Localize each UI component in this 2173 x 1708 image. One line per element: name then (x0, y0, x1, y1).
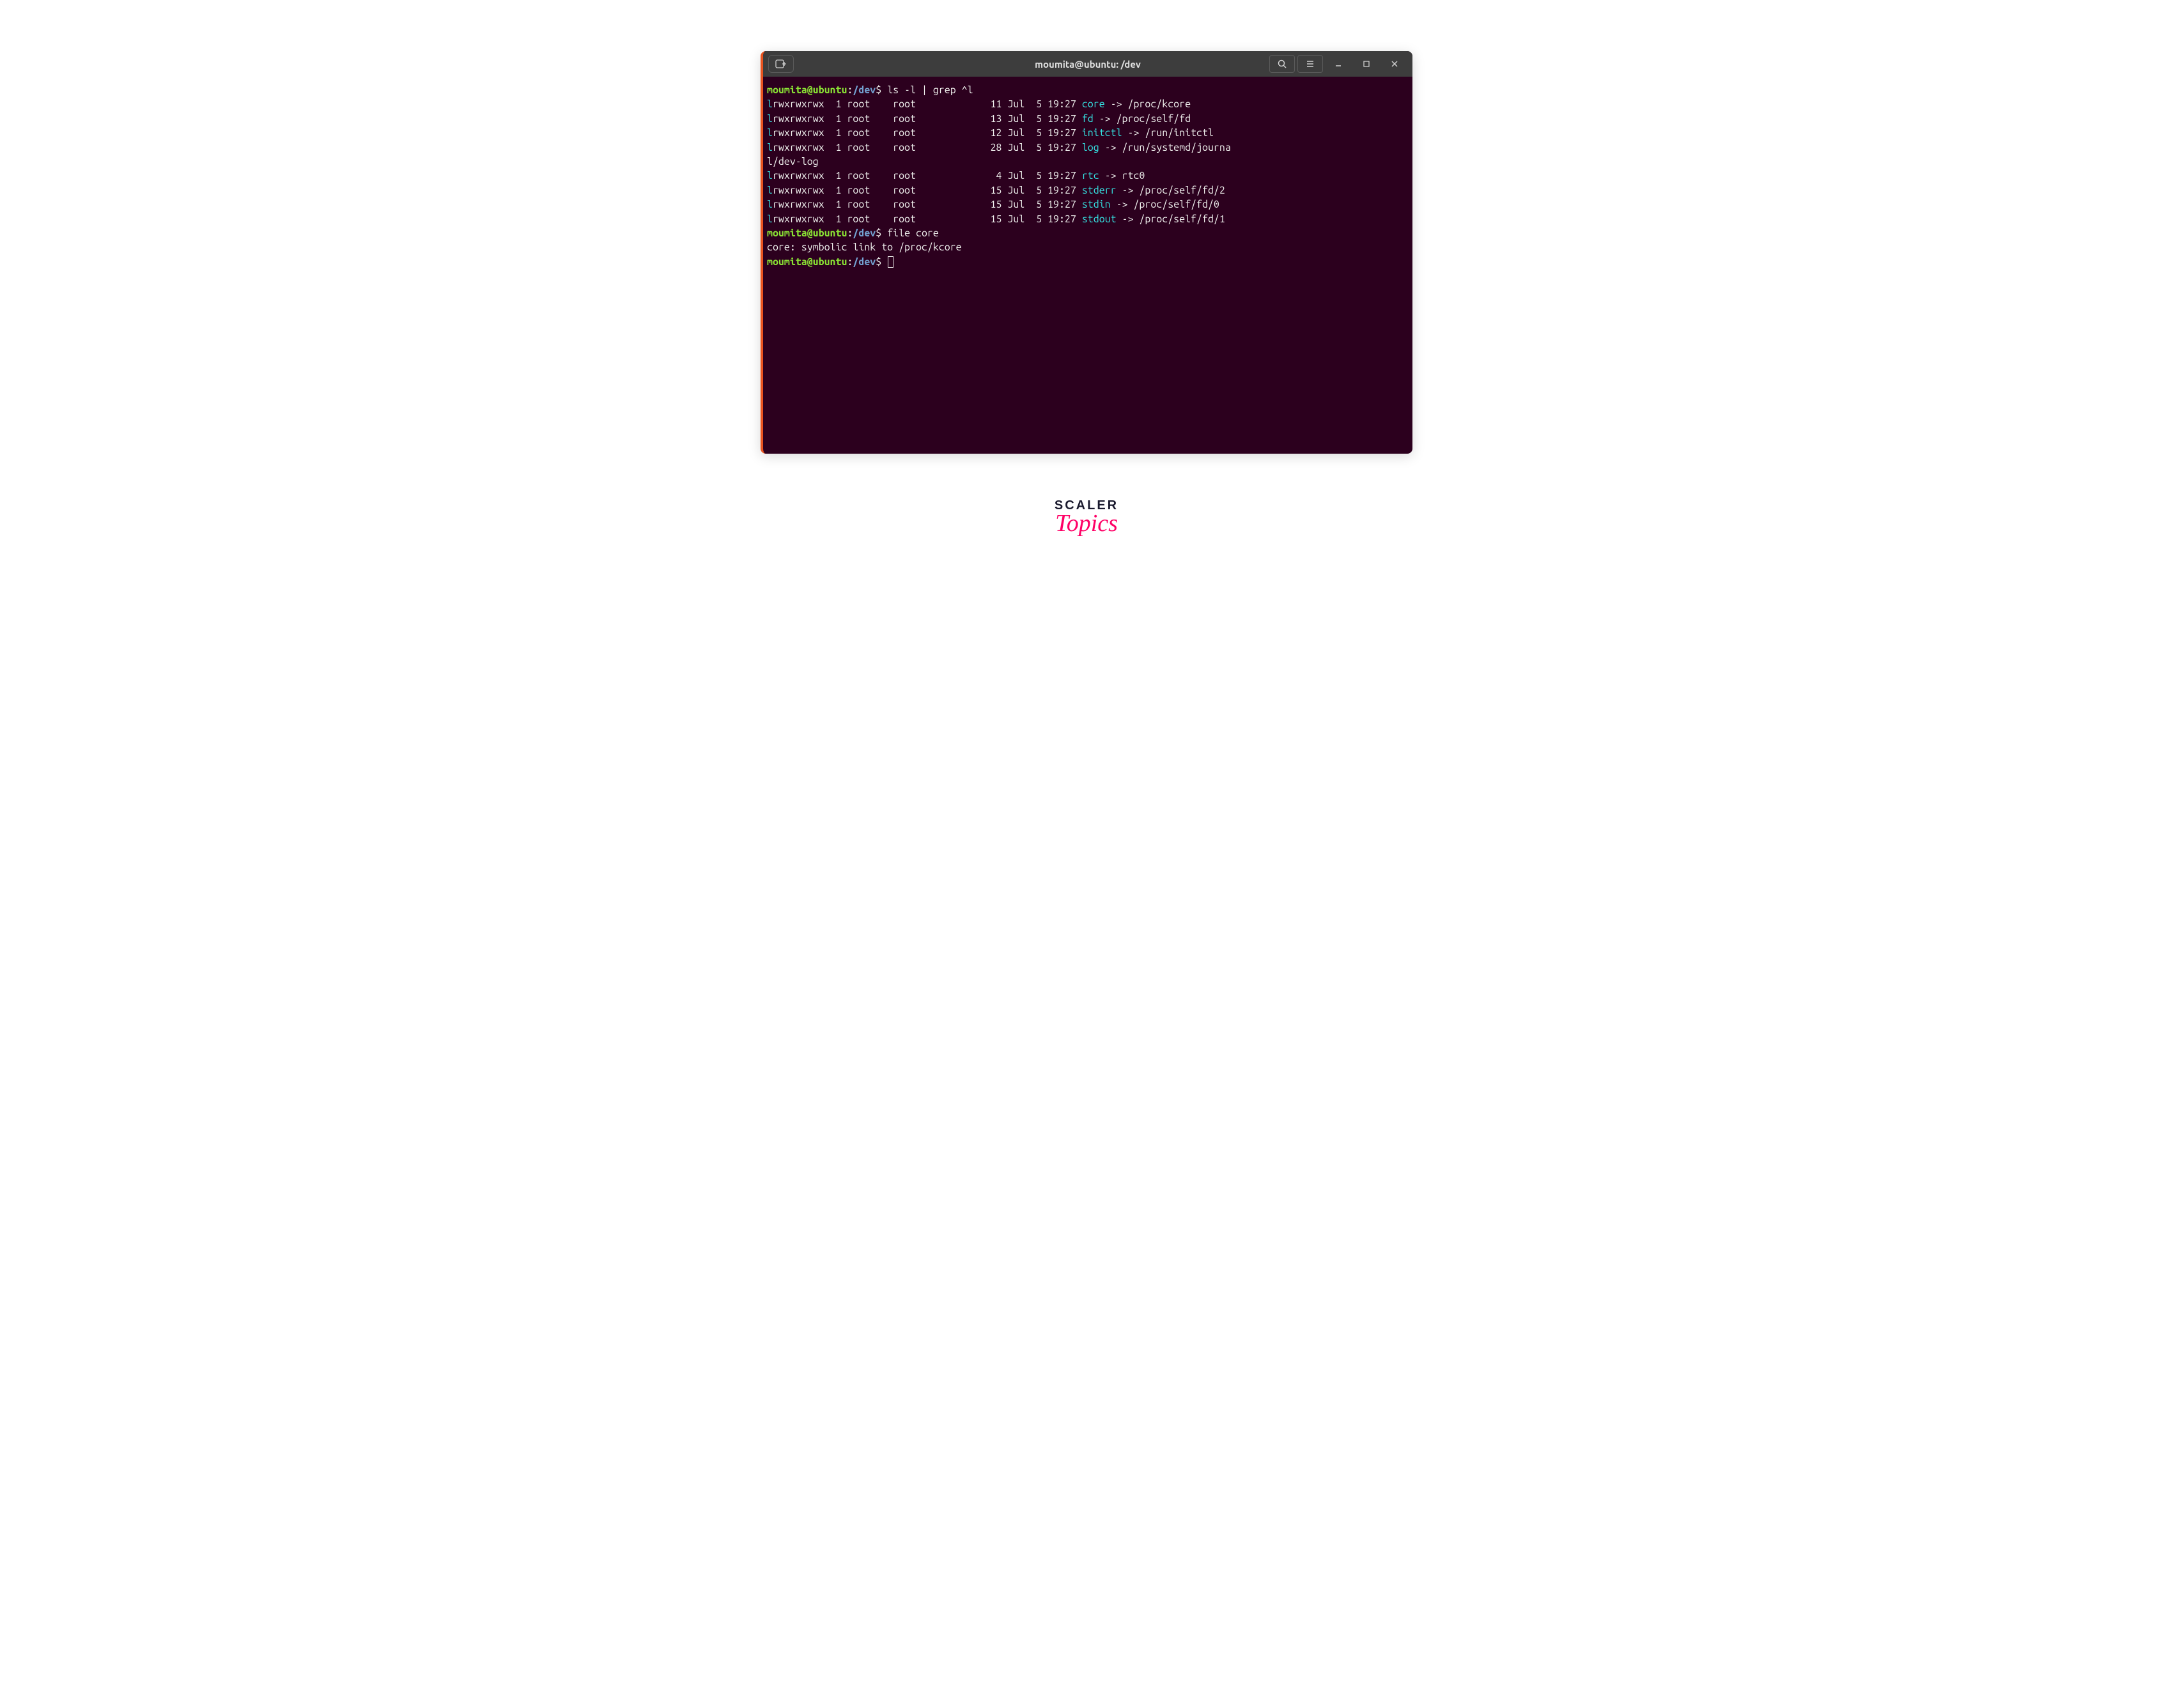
maximize-button[interactable] (1354, 55, 1379, 73)
scaler-logo: SCALER Topics (1055, 498, 1118, 537)
new-tab-button[interactable] (768, 55, 794, 73)
search-icon (1278, 59, 1287, 68)
logo-line2: Topics (1055, 509, 1118, 537)
terminal-body[interactable]: moumita@ubuntu:/dev$ ls -l | grep ^l lrw… (763, 77, 1412, 454)
hamburger-icon (1306, 59, 1315, 68)
new-tab-icon (775, 59, 787, 68)
menu-button[interactable] (1297, 55, 1323, 73)
close-button[interactable] (1382, 55, 1407, 73)
close-icon (1391, 60, 1398, 68)
search-button[interactable] (1269, 55, 1295, 73)
minimize-icon (1334, 60, 1342, 68)
terminal-window: moumita@ubuntu: /dev (761, 51, 1412, 454)
titlebar-right (1269, 55, 1407, 73)
window-title: moumita@ubuntu: /dev (1035, 59, 1141, 70)
titlebar-left (768, 55, 794, 73)
titlebar: moumita@ubuntu: /dev (763, 51, 1412, 77)
maximize-icon (1363, 60, 1370, 68)
minimize-button[interactable] (1326, 55, 1351, 73)
